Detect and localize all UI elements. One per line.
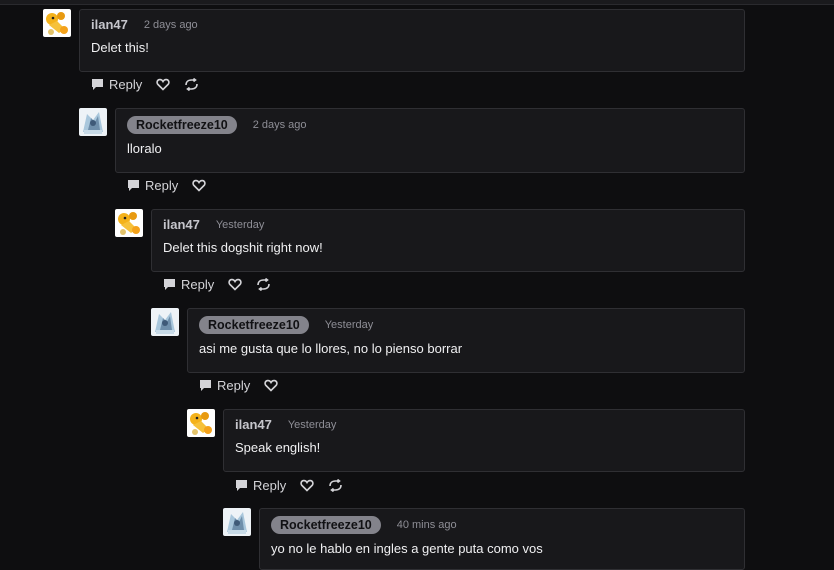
top-divider: [0, 0, 834, 5]
author-name[interactable]: ilan47: [235, 417, 272, 432]
reply-label: Reply: [253, 477, 287, 493]
comment-actions: Reply: [127, 176, 206, 194]
avatar[interactable]: [151, 308, 179, 336]
comment-card: ilan47 Yesterday Speak english!: [223, 409, 745, 472]
avatar[interactable]: [79, 108, 107, 136]
timestamp[interactable]: 40 mins ago: [397, 519, 457, 531]
comment-card: Rocketfreeze10 Yesterday asi me gusta qu…: [187, 308, 745, 373]
speech-bubble-icon: [92, 78, 103, 90]
ice-character-avatar: [79, 108, 107, 136]
speech-bubble-icon: [236, 479, 247, 491]
reply-button[interactable]: Reply: [199, 378, 250, 393]
like-button[interactable]: [264, 379, 278, 392]
comment-actions: Reply: [163, 275, 271, 293]
comment-text: asi me gusta que lo llores, no lo pienso…: [199, 341, 463, 356]
yellow-character-avatar: [43, 9, 71, 37]
heart-icon: [156, 78, 170, 91]
reply-button[interactable]: Reply: [127, 178, 178, 193]
repost-icon: [185, 77, 199, 91]
author-name[interactable]: Rocketfreeze10: [199, 316, 309, 334]
ice-character-avatar: [223, 508, 251, 536]
repost-button[interactable]: [256, 277, 271, 291]
comment-card: Rocketfreeze10 2 days ago lloralo: [115, 108, 745, 173]
comment-actions: Reply: [235, 476, 343, 494]
comment-text: yo no le hablo en ingles a gente puta co…: [271, 541, 543, 556]
reply-label: Reply: [109, 76, 143, 92]
comment-header: Rocketfreeze10 40 mins ago: [271, 516, 457, 534]
like-button[interactable]: [300, 479, 314, 492]
heart-icon: [192, 179, 206, 192]
author-name[interactable]: Rocketfreeze10: [127, 116, 237, 134]
timestamp[interactable]: 2 days ago: [253, 119, 307, 131]
comment-header: ilan47 Yesterday: [163, 217, 264, 232]
heart-icon: [264, 379, 278, 392]
repost-button[interactable]: [184, 77, 199, 91]
reply-label: Reply: [145, 177, 179, 193]
comment-text: Speak english!: [235, 440, 321, 455]
avatar[interactable]: [223, 508, 251, 536]
ice-character-avatar: [151, 308, 179, 336]
like-button[interactable]: [156, 78, 170, 91]
author-name[interactable]: ilan47: [91, 17, 128, 32]
author-name[interactable]: ilan47: [163, 217, 200, 232]
comment-text: Delet this!: [91, 40, 149, 55]
yellow-character-avatar: [115, 209, 143, 237]
comment-text: lloralo: [127, 141, 162, 156]
repost-button[interactable]: [328, 478, 343, 492]
comment-actions: Reply: [199, 376, 278, 394]
reply-label: Reply: [217, 377, 251, 393]
comment-header: ilan47 Yesterday: [235, 417, 336, 432]
like-button[interactable]: [192, 179, 206, 192]
author-name[interactable]: Rocketfreeze10: [271, 516, 381, 534]
comment-header: Rocketfreeze10 2 days ago: [127, 116, 307, 134]
heart-icon: [300, 479, 314, 492]
timestamp[interactable]: Yesterday: [288, 419, 337, 431]
comment-text: Delet this dogshit right now!: [163, 240, 323, 255]
reply-button[interactable]: Reply: [163, 277, 214, 292]
yellow-character-avatar: [187, 409, 215, 437]
heart-icon: [228, 278, 242, 291]
comment-header: ilan47 2 days ago: [91, 17, 198, 32]
timestamp[interactable]: Yesterday: [216, 219, 265, 231]
repost-icon: [329, 478, 343, 492]
timestamp[interactable]: 2 days ago: [144, 19, 198, 31]
comment-card: ilan47 2 days ago Delet this!: [79, 9, 745, 72]
timestamp[interactable]: Yesterday: [325, 319, 374, 331]
reply-button[interactable]: Reply: [235, 478, 286, 493]
comment-card: ilan47 Yesterday Delet this dogshit righ…: [151, 209, 745, 272]
reply-label: Reply: [181, 276, 215, 292]
comment-actions: Reply: [91, 75, 199, 93]
comment-card: Rocketfreeze10 40 mins ago yo no le habl…: [259, 508, 745, 570]
avatar[interactable]: [187, 409, 215, 437]
speech-bubble-icon: [164, 278, 175, 290]
repost-icon: [257, 277, 271, 291]
avatar[interactable]: [43, 9, 71, 37]
like-button[interactable]: [228, 278, 242, 291]
comment-header: Rocketfreeze10 Yesterday: [199, 316, 373, 334]
speech-bubble-icon: [128, 179, 139, 191]
avatar[interactable]: [115, 209, 143, 237]
reply-button[interactable]: Reply: [91, 77, 142, 92]
speech-bubble-icon: [200, 379, 211, 391]
